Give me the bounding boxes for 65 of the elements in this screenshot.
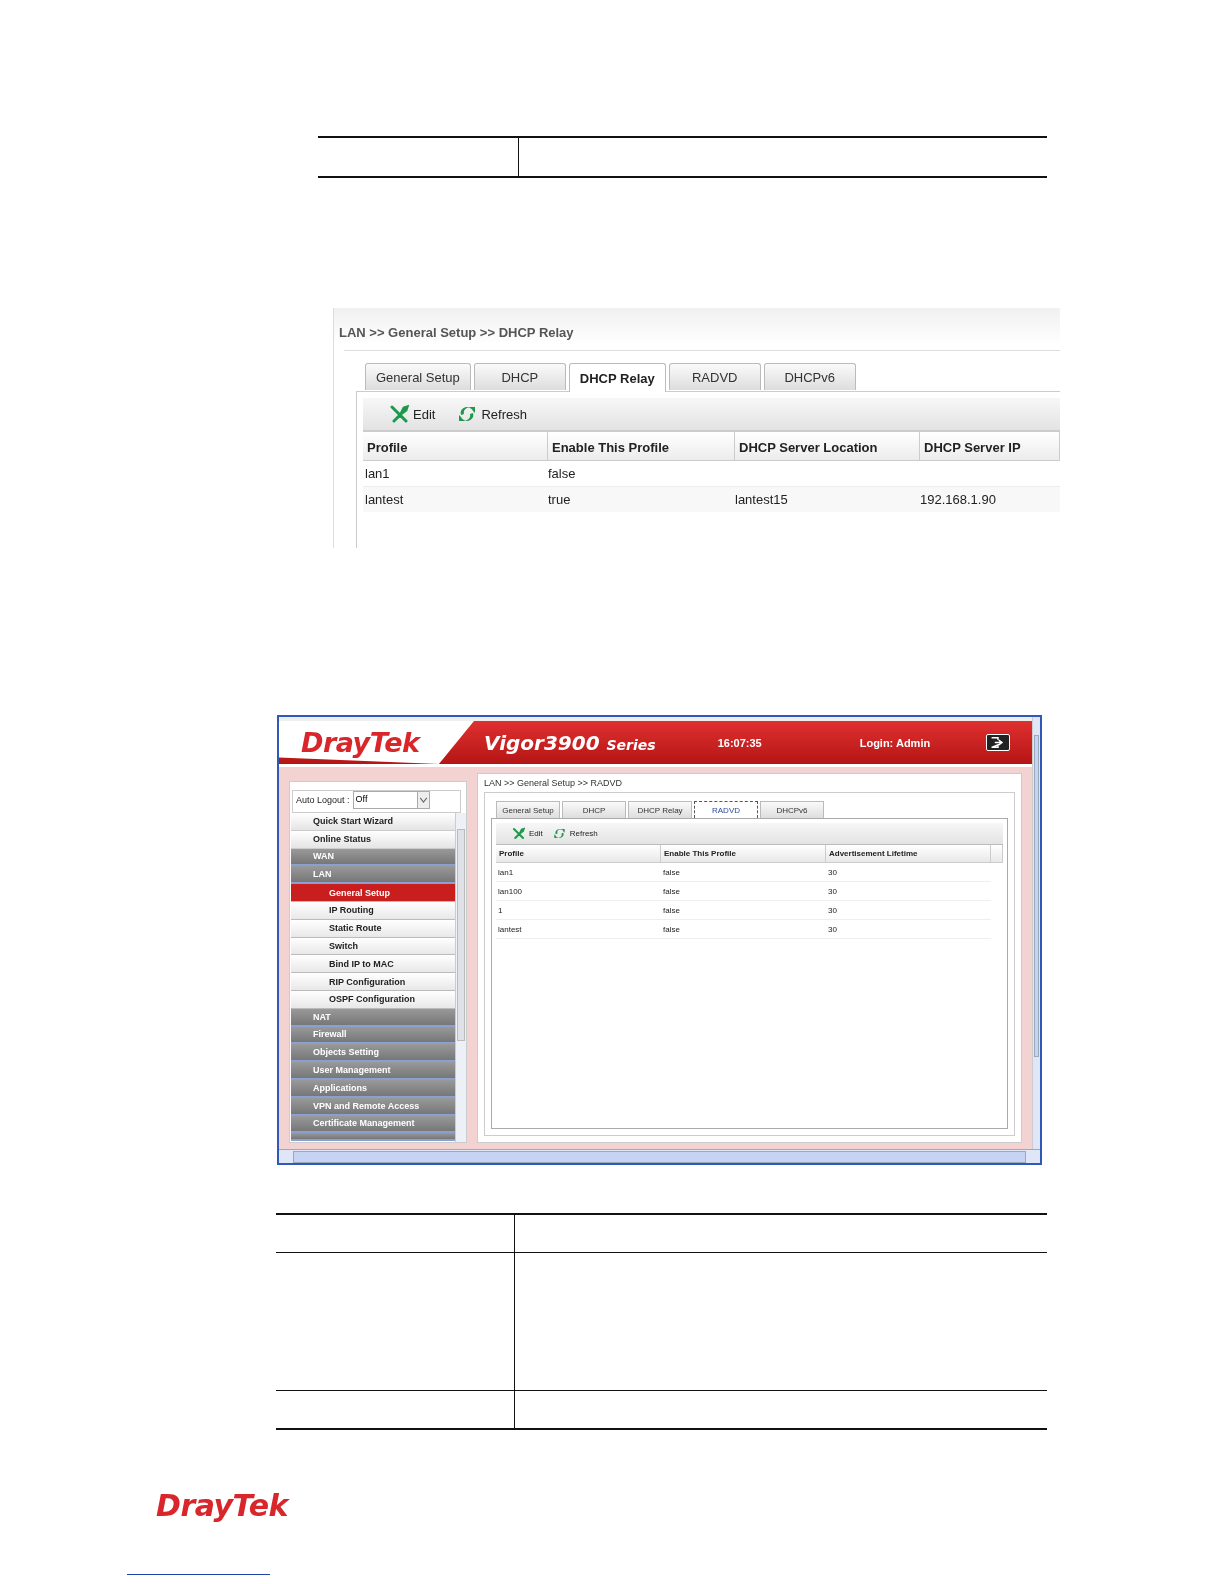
auto-logout-label: Auto Logout : xyxy=(296,795,350,805)
tab[interactable]: DHCP xyxy=(473,363,566,390)
menu-item[interactable]: User Management xyxy=(291,1062,455,1080)
table-cell: lan1 xyxy=(365,466,390,481)
table-cell: false xyxy=(548,466,576,481)
logout-icon[interactable] xyxy=(986,734,1011,751)
submenu-item[interactable]: RIP Configuration xyxy=(291,973,455,991)
table-cell: lantest xyxy=(365,492,404,507)
logo: DrayTek xyxy=(156,1488,288,1523)
table-cell: false xyxy=(663,886,680,896)
dropdown-caret-icon xyxy=(416,792,429,808)
clock: 16:07:35 xyxy=(717,736,762,749)
table-cell: 30 xyxy=(828,867,837,877)
edit-button[interactable]: Edit xyxy=(512,827,543,840)
refresh-icon xyxy=(552,827,566,840)
table-cell: 30 xyxy=(828,905,837,915)
column-header: Enable This Profile xyxy=(661,845,826,862)
submenu-item[interactable]: Bind IP to MAC xyxy=(291,955,455,974)
tab[interactable]: RADVD xyxy=(694,801,758,818)
menu-item[interactable]: LAN xyxy=(291,866,455,885)
column-header: Advertisement Lifetime xyxy=(826,845,991,862)
tab[interactable]: DHCPv6 xyxy=(760,801,824,818)
login-label: Login: Admin xyxy=(859,736,931,749)
tab[interactable]: General Setup xyxy=(496,801,560,818)
product-name: Vigor3900 Series xyxy=(484,730,656,755)
tab[interactable]: RADVD xyxy=(668,363,761,390)
refresh-icon xyxy=(457,404,478,424)
auto-logout-dropdown[interactable]: Off xyxy=(352,791,430,809)
scrollbar[interactable] xyxy=(455,813,466,1142)
tab[interactable]: DHCP xyxy=(562,801,626,818)
tools-icon xyxy=(389,404,409,424)
tab[interactable]: DHCP Relay xyxy=(628,801,692,818)
table-cell: 30 xyxy=(828,886,837,896)
tab[interactable]: DHCP Relay xyxy=(568,363,666,392)
table-cell: false xyxy=(663,924,680,934)
menu-item[interactable] xyxy=(291,1133,455,1142)
scrollbar[interactable] xyxy=(1032,717,1040,1149)
submenu-item[interactable]: General Setup xyxy=(291,884,455,902)
table-cell: false xyxy=(663,867,680,877)
tab[interactable]: General Setup xyxy=(365,363,471,390)
column-header: Profile xyxy=(496,845,661,862)
menu-item[interactable]: Quick Start Wizard xyxy=(291,813,455,831)
column-header: DHCP Server IP xyxy=(920,432,1060,460)
table-cell: true xyxy=(548,492,571,507)
table-cell: false xyxy=(663,905,680,915)
column-header: DHCP Server Location xyxy=(735,432,920,460)
edit-button[interactable]: Edit xyxy=(389,404,436,424)
table-cell: 30 xyxy=(828,924,837,934)
column-header: Profile xyxy=(363,432,548,460)
table-cell: 192.168.1.90 xyxy=(920,492,996,507)
table-cell: lan100 xyxy=(498,886,523,896)
table-cell: lantest15 xyxy=(735,492,788,507)
table-cell: 1 xyxy=(498,905,503,915)
tools-icon xyxy=(512,827,525,840)
logo: DrayTek xyxy=(301,727,420,758)
table-cell: lantest xyxy=(498,924,522,934)
tab[interactable]: DHCPv6 xyxy=(763,363,856,390)
scrollbar[interactable] xyxy=(279,1149,1040,1163)
breadcrumb: LAN >> General Setup >> DHCP Relay xyxy=(339,325,574,340)
breadcrumb: LAN >> General Setup >> RADVD xyxy=(484,778,624,788)
menu-item[interactable]: Objects Setting xyxy=(291,1044,455,1063)
refresh-button[interactable]: Refresh xyxy=(552,827,598,840)
column-header: Enable This Profile xyxy=(548,432,735,460)
table-cell: lan1 xyxy=(498,867,514,877)
refresh-button[interactable]: Refresh xyxy=(457,404,527,424)
